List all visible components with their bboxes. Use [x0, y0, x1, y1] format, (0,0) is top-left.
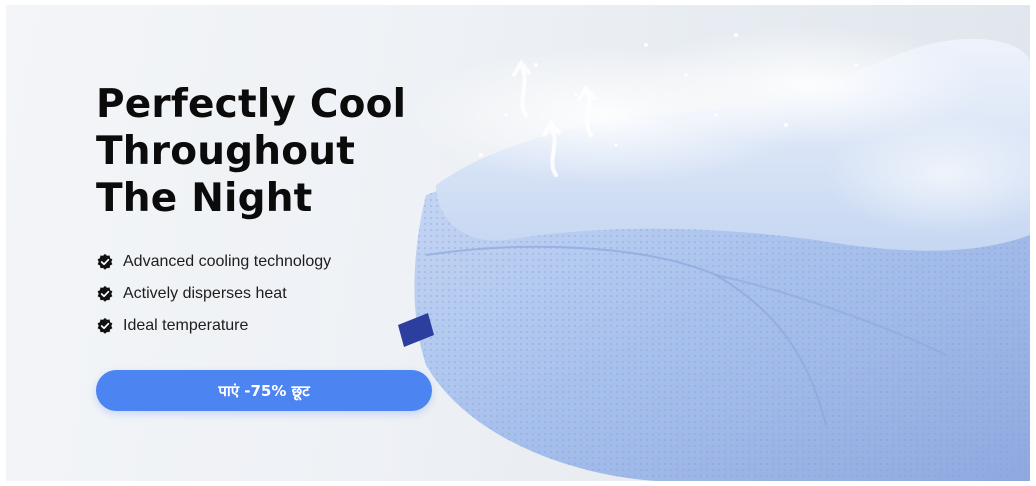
feature-item: Advanced cooling technology	[96, 246, 331, 278]
hero-headline: Perfectly Cool Throughout The Night	[96, 81, 406, 222]
headline-line-2: Throughout	[96, 129, 356, 174]
feature-item: Ideal temperature	[96, 310, 331, 342]
feature-label: Ideal temperature	[123, 317, 249, 334]
feature-list: Advanced cooling technology Actively dis…	[96, 246, 331, 342]
discount-cta-button[interactable]: पाएं -75% छूट	[96, 370, 432, 411]
feature-label: Actively disperses heat	[123, 285, 287, 302]
headline-line-3: The Night	[96, 176, 313, 221]
pillow-product-image	[398, 25, 1030, 481]
feature-label: Advanced cooling technology	[123, 253, 332, 270]
check-badge-icon	[97, 317, 113, 334]
check-badge-icon	[97, 285, 113, 302]
feature-item: Actively disperses heat	[96, 278, 331, 310]
headline-line-1: Perfectly Cool	[96, 82, 407, 127]
hero-banner: Perfectly Cool Throughout The Night Adva…	[6, 5, 1030, 481]
check-badge-icon	[97, 253, 113, 270]
